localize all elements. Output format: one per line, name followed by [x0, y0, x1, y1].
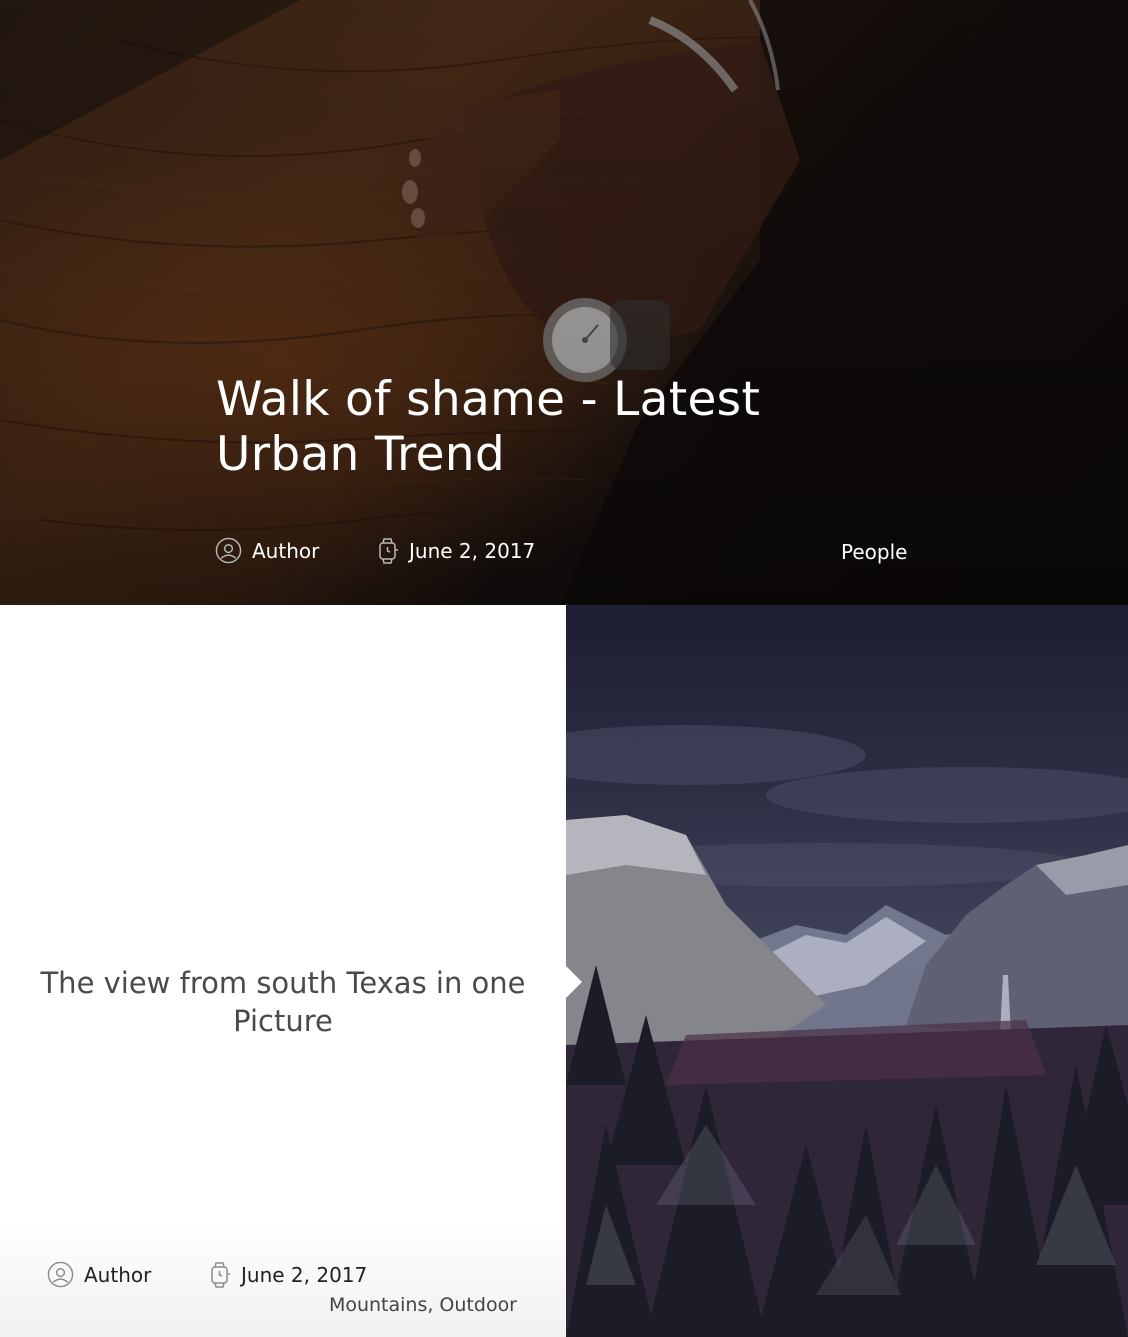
featured-post-category[interactable]: People: [841, 540, 907, 564]
watch-icon: [211, 1262, 230, 1288]
post-card-text-panel: The view from south Texas in one Picture…: [0, 605, 566, 1337]
post-categories[interactable]: Mountains, Outdoor: [329, 1294, 517, 1316]
featured-post-author-name: Author: [252, 538, 320, 563]
post-card-arrow: [566, 966, 582, 998]
snowy-valley-image: [566, 725, 1128, 1337]
post-card[interactable]: The view from south Texas in one Picture…: [0, 605, 1128, 1337]
featured-post-date-text: June 2, 2017: [409, 539, 536, 563]
featured-post-author[interactable]: Author: [215, 537, 319, 564]
post-image[interactable]: [566, 605, 1128, 1337]
post-date-text: June 2, 2017: [241, 1263, 368, 1287]
post-date: June 2, 2017: [209, 1261, 367, 1289]
featured-post-date: June 2, 2017: [377, 537, 535, 565]
user-circle-icon: [47, 1261, 74, 1288]
post-author[interactable]: Author: [47, 1261, 151, 1288]
featured-post-overlay: [0, 0, 1128, 605]
featured-post-title[interactable]: Walk of shame - Latest Urban Trend: [216, 372, 876, 482]
post-title[interactable]: The view from south Texas in one Picture: [30, 964, 536, 1040]
user-circle-icon: [215, 537, 242, 564]
watch-icon: [379, 538, 398, 564]
post-author-name: Author: [84, 1262, 152, 1287]
featured-post-card[interactable]: Walk of shame - Latest Urban Trend Autho…: [0, 0, 1128, 605]
